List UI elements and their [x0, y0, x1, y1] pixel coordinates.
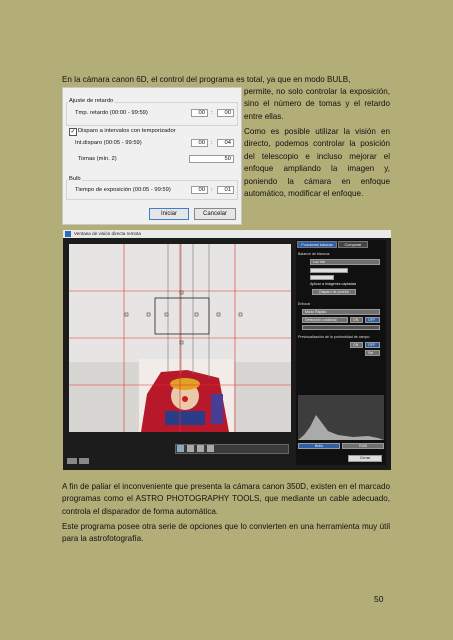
exposure-seconds-field[interactable]: 01	[217, 186, 234, 194]
live-view-titlebar: Ventana de visión directa remota	[63, 230, 391, 238]
camera-app-icon	[65, 231, 71, 237]
dof-on-button[interactable]: ON	[350, 342, 363, 348]
rotate-icon[interactable]	[187, 445, 194, 452]
close-button[interactable]: Cerrar	[348, 455, 382, 462]
paragraph-permite: permite, no solo controlar la exposición…	[244, 87, 390, 121]
page-number: 50	[374, 594, 384, 604]
white-balance-select[interactable]: Luz día	[310, 259, 380, 265]
interval-minutes-field[interactable]: 00	[191, 139, 208, 147]
interval-checkbox[interactable]: ✓	[69, 128, 77, 136]
interval-label: Int.disparo (00:05 - 99:59)	[75, 140, 142, 146]
focus-adjust-buttons[interactable]	[302, 325, 380, 330]
exposure-minutes-field[interactable]: 00	[191, 186, 208, 194]
start-button[interactable]: Iniciar	[149, 208, 189, 220]
interval-seconds-field[interactable]: 04	[217, 139, 234, 147]
af-mode-select[interactable]: Modo Rápido	[302, 309, 380, 315]
exposure-colon: :	[211, 187, 213, 193]
live-view-window: Ventana de visión directa remota Funcion…	[63, 230, 391, 470]
wb-fine-slider[interactable]	[310, 275, 334, 280]
cancel-button[interactable]: Cancelar	[194, 208, 236, 220]
delay-group-title: Ajuste de retardo	[68, 98, 115, 104]
live-view-image[interactable]	[69, 244, 291, 432]
tab-compare[interactable]: Comparar	[338, 241, 368, 248]
tab-basic-functions[interactable]: Funciones básicas	[297, 241, 337, 248]
delay-colon: :	[211, 110, 213, 116]
histogram	[298, 395, 384, 440]
exposure-label: Tiempo de exposición (00:05 - 99:59)	[75, 187, 171, 193]
live-view-scene	[69, 244, 291, 432]
camera-settings-icon[interactable]	[67, 458, 77, 464]
dof-title: Previsualización de la profundidad de ca…	[298, 335, 370, 339]
paragraph-intro: En la cámara canon 6D, el control del pr…	[62, 75, 351, 84]
live-view-title: Ventana de visión directa remota	[74, 231, 141, 236]
grid-icon[interactable]	[197, 445, 204, 452]
timer-dialog: Ajuste de retardo Tmp. retardo (00:00 - …	[62, 87, 242, 225]
interval-colon: :	[211, 140, 213, 146]
apply-to-images-option[interactable]: Aplicar a imágenes captadas	[310, 282, 356, 286]
af-detection-select[interactable]: Detección cuidando	[302, 317, 348, 323]
dof-off-button[interactable]: OFF	[365, 342, 380, 348]
delay-seconds-field[interactable]: 00	[217, 109, 234, 117]
white-balance-title: Balance de blancos	[298, 252, 330, 256]
dof-set-button[interactable]: Set	[365, 350, 380, 356]
zoom-icon[interactable]	[177, 445, 184, 452]
paragraph-options: Este programa posee otra serie de opcion…	[62, 522, 390, 544]
af-on-button[interactable]: ON	[350, 317, 363, 323]
bulb-group-title: Bulb	[68, 176, 82, 182]
delay-minutes-field[interactable]: 00	[191, 109, 208, 117]
shots-field[interactable]: 50	[189, 155, 234, 163]
delay-label: Tmp. retardo (00:00 - 99:59)	[75, 110, 148, 116]
histogram-brightness-button[interactable]: Brillo	[298, 443, 340, 449]
test-shot-button[interactable]: Disparo de prueba	[312, 289, 356, 295]
control-panel: Funciones básicas Comparar Balance de bl…	[296, 240, 386, 465]
histogram-rgb-button[interactable]: RGB	[342, 443, 384, 449]
af-off-button[interactable]: OFF	[365, 317, 380, 323]
af-title: Enfocar	[298, 302, 311, 306]
display-icon[interactable]	[79, 458, 89, 464]
paragraph-liveview: Como es posible utilizar la visión en di…	[244, 127, 390, 199]
shots-label: Tomas (mín. 2)	[78, 156, 117, 162]
paragraph-astro-tools: A fin de paliar el inconveniente que pre…	[62, 482, 390, 516]
interval-checkbox-label: Disparo a intervalos con temporizador	[78, 128, 176, 134]
view-icon[interactable]	[207, 445, 214, 452]
wb-shift-slider[interactable]	[310, 268, 348, 273]
